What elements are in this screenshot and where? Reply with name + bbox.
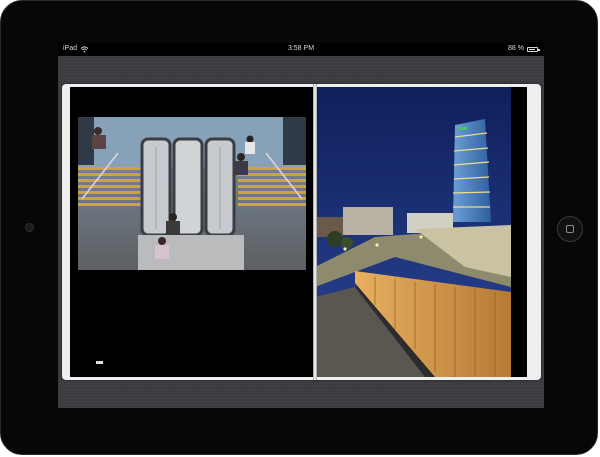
status-bar: iPad 3:58 PM 88 %: [58, 42, 544, 56]
escalator-photo: [78, 117, 306, 270]
page-number-mark: [96, 361, 103, 364]
home-square-icon: [566, 225, 574, 233]
battery-percent: 88 %: [508, 45, 524, 52]
tower-photo: [315, 87, 511, 377]
ipad-frame: iPad 3:58 PM 88 %: [0, 0, 598, 455]
battery-fill: [529, 48, 535, 50]
book-spread[interactable]: [62, 84, 541, 380]
right-page[interactable]: [315, 87, 527, 377]
status-time: 3:58 PM: [287, 45, 315, 52]
screen: iPad 3:58 PM 88 %: [58, 42, 544, 408]
book-spine: [313, 84, 317, 380]
battery-icon: [527, 46, 540, 52]
status-right: 88 %: [508, 42, 540, 56]
left-page[interactable]: [70, 87, 315, 377]
battery-nub: [538, 48, 540, 51]
home-button[interactable]: [557, 216, 583, 242]
front-camera: [25, 223, 34, 232]
